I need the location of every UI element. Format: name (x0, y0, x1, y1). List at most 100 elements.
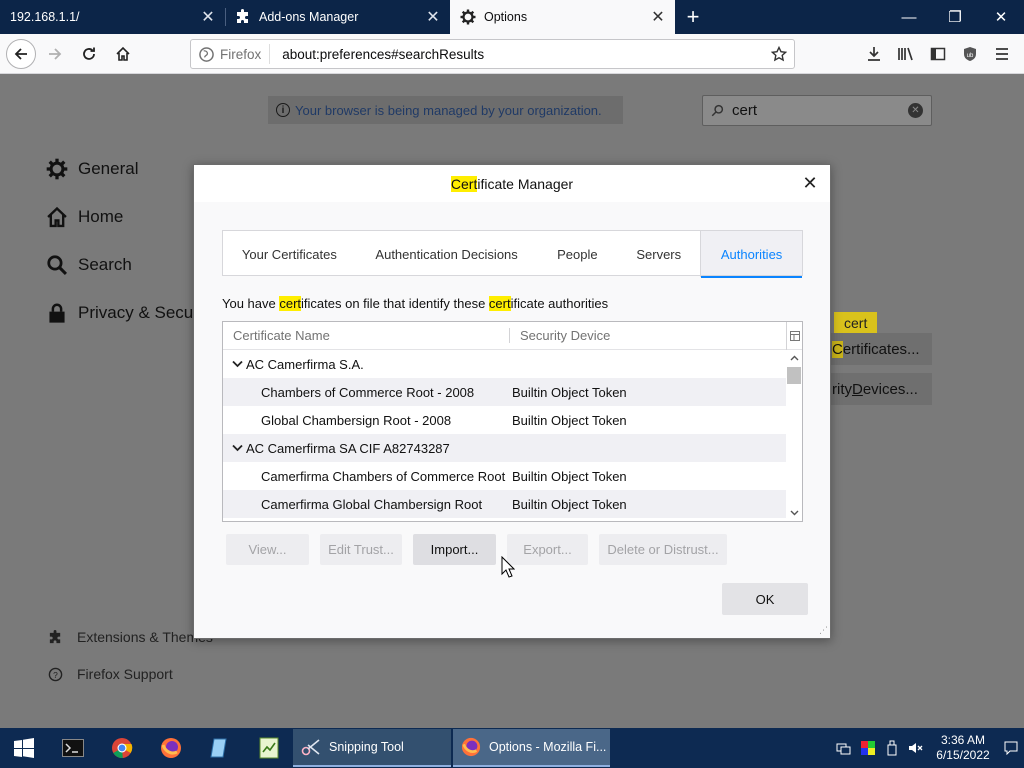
scroll-up-icon[interactable] (786, 350, 802, 366)
import-button[interactable]: Import... (413, 534, 496, 565)
category-privacy-security[interactable]: Privacy & Security (46, 302, 216, 324)
taskbar-app-snipping-tool[interactable]: Snipping Tool (293, 729, 451, 767)
puzzle-icon (235, 9, 253, 25)
delete-or-distrust-button[interactable]: Delete or Distrust... (599, 534, 727, 565)
system-clock[interactable]: 3:36 AM 6/15/2022 (928, 733, 998, 763)
color-picker-icon[interactable] (856, 741, 880, 755)
category-label: Home (78, 207, 124, 226)
reload-button[interactable] (74, 39, 104, 69)
tab-options[interactable]: Options ✕ (450, 0, 675, 34)
back-button[interactable] (6, 38, 36, 69)
usb-drive-icon[interactable] (880, 740, 904, 756)
column-picker-icon[interactable] (786, 322, 802, 350)
tab-router[interactable]: 192.168.1.1/ ✕ (0, 0, 225, 34)
security-devices-label-accesskey: D (852, 380, 863, 398)
ublock-shield-icon[interactable]: ub (954, 39, 986, 69)
new-tab-button[interactable]: + (675, 0, 711, 34)
bookmark-star-icon[interactable] (764, 46, 794, 62)
spreadsheet-icon[interactable] (244, 728, 293, 768)
close-tab-icon[interactable]: ✕ (424, 7, 442, 27)
tree-row[interactable]: Chambers of Commerce Root - 2008 Builtin… (223, 378, 786, 406)
forward-arrow-icon (49, 47, 62, 60)
security-devices-button[interactable]: rity D evices... (826, 373, 932, 405)
tab-authorities[interactable]: Authorities (700, 231, 802, 278)
tab-your-certificates[interactable]: Your Certificates (223, 231, 356, 277)
close-dialog-icon[interactable]: ✕ (800, 173, 820, 194)
notification-icon[interactable] (998, 741, 1024, 755)
tree-row[interactable]: Camerfirma Global Chambersign Root Built… (223, 490, 786, 518)
lock-icon (49, 303, 65, 323)
minimize-icon[interactable]: — (886, 0, 932, 34)
category-general[interactable]: General (46, 158, 138, 180)
tree-row[interactable]: Camerfirma Chambers of Commerce Root Bui… (223, 462, 786, 490)
managed-notice[interactable]: i Your browser is being managed by your … (268, 96, 623, 124)
identity-label: Firefox (220, 46, 262, 62)
dialog-title-highlight: Cert (450, 175, 478, 192)
tab-people[interactable]: People (537, 231, 617, 277)
category-home[interactable]: Home (46, 206, 123, 228)
download-icon[interactable] (858, 39, 890, 69)
column-certificate-name[interactable]: Certificate Name (223, 328, 510, 343)
scroll-down-icon[interactable] (786, 505, 802, 521)
view-certificates-button[interactable]: C ertificates... (826, 333, 932, 365)
tab-addons-manager[interactable]: Add-ons Manager ✕ (225, 0, 450, 34)
tree-row-group[interactable]: AC Camerfirma S.A. (223, 350, 786, 378)
close-window-icon[interactable]: ✕ (978, 0, 1024, 34)
navigation-toolbar: Firefox about:preferences#searchResults … (0, 34, 1024, 74)
view-certificates-label-highlight: C (832, 340, 843, 358)
export-button[interactable]: Export... (507, 534, 588, 565)
firefox-support-link[interactable]: ? Firefox Support (48, 666, 173, 682)
view-certificates-label-rest: ertificates... (842, 340, 920, 358)
preferences-search-input[interactable]: cert ✕ (702, 95, 932, 126)
tree-header: Certificate Name Security Device (223, 322, 802, 350)
column-security-device[interactable]: Security Device (510, 328, 802, 343)
svg-text:ub: ub (967, 53, 974, 59)
volume-muted-icon[interactable] (904, 741, 928, 755)
close-tab-icon[interactable]: ✕ (199, 7, 217, 27)
firefox-taskbar-icon[interactable] (146, 728, 195, 768)
network-icon[interactable] (832, 741, 856, 755)
group-name: AC Camerfirma SA CIF A82743287 (246, 440, 450, 456)
home-button[interactable] (108, 39, 138, 69)
menu-icon[interactable] (986, 39, 1018, 69)
edit-trust-button[interactable]: Edit Trust... (320, 534, 402, 565)
tab-servers[interactable]: Servers (617, 231, 700, 277)
chevron-down-icon[interactable] (229, 360, 245, 368)
tree-row[interactable]: Global Chambersign Root - 2008 Builtin O… (223, 406, 786, 434)
restore-icon[interactable]: ❐ (932, 0, 978, 34)
extensions-themes-link[interactable]: Extensions & Themes (48, 629, 213, 645)
scrollbar-thumb[interactable] (787, 367, 801, 384)
category-search[interactable]: Search (46, 254, 132, 276)
svg-text:?: ? (53, 669, 58, 679)
chevron-down-icon[interactable] (229, 444, 245, 452)
tree-row-group[interactable]: AC Camerfirma SA CIF A82743287 (223, 434, 786, 462)
url-text[interactable]: about:preferences#searchResults (270, 47, 764, 62)
certificate-tree[interactable]: Certificate Name Security Device AC Came… (222, 321, 803, 522)
identity-box[interactable]: Firefox (191, 44, 271, 64)
notepad-icon[interactable] (195, 728, 244, 768)
chrome-icon[interactable] (97, 728, 146, 768)
tree-scrollbar[interactable] (786, 350, 802, 521)
forward-button[interactable] (40, 39, 70, 69)
home-icon (47, 206, 67, 228)
window-controls: — ❐ ✕ (886, 0, 1024, 34)
close-tab-icon[interactable]: ✕ (649, 7, 667, 27)
system-tray: 3:36 AM 6/15/2022 (832, 728, 1024, 768)
url-bar[interactable]: Firefox about:preferences#searchResults (190, 39, 795, 69)
ok-button[interactable]: OK (722, 583, 808, 615)
library-icon[interactable] (890, 39, 922, 69)
description-text: ificate authorities (510, 296, 609, 311)
start-button[interactable] (0, 728, 48, 768)
certificate-tabs: Your Certificates Authentication Decisio… (222, 230, 803, 278)
tab-authentication-decisions[interactable]: Authentication Decisions (356, 231, 538, 277)
device-cell: Builtin Object Token (512, 496, 627, 512)
resize-grip-icon[interactable]: ⋰ (819, 625, 828, 636)
terminal-icon[interactable] (48, 728, 97, 768)
tab-title: Add-ons Manager (259, 10, 359, 24)
clear-search-icon[interactable]: ✕ (908, 103, 923, 118)
windows-logo-icon (14, 738, 34, 758)
sidebar-icon[interactable] (922, 39, 954, 69)
view-button[interactable]: View... (226, 534, 309, 565)
taskbar-app-firefox[interactable]: Options - Mozilla Fi... (453, 729, 610, 767)
firefox-icon (199, 46, 214, 62)
